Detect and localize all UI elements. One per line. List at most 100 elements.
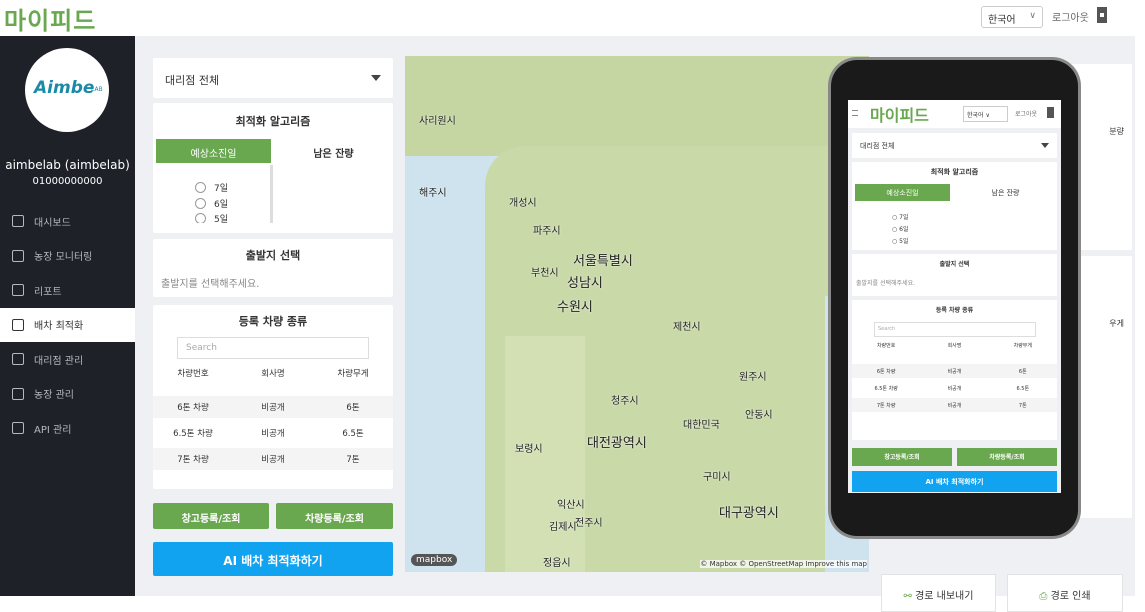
scrollbar[interactable] [270,165,273,223]
phone-tab-expected-depletion[interactable]: 예상소진일 [855,184,950,201]
ai-optimize-button[interactable]: AI 배차 최적화하기 [153,542,393,576]
radio-option[interactable]: 6일 [195,197,228,210]
sidebar-item-branch[interactable]: 대리점 관리 [0,342,135,377]
sidebar-item-label: 대시보드 [34,217,71,229]
branch-select-value: 대리점 전체 [165,74,220,87]
chevron-down-icon: ∨ [1029,11,1036,21]
mapbox-logo[interactable]: mapbox [411,554,458,566]
phone-language-select[interactable]: 한국어 ∨ [963,106,1008,122]
map-city-label: 개성시 [509,198,537,209]
phone-radio-option[interactable]: ○ 7일 [892,212,909,221]
table-cell: 7톤 차량 [876,402,896,409]
language-select[interactable]: 한국어 ∨ [981,6,1043,28]
avatar-logo-sub: LAB [91,86,103,93]
column-header: 회사명 [947,343,962,349]
sidebar-item-label: API 관리 [34,424,72,436]
table-cell: 7톤 차량 [177,455,209,465]
table-header: 차량번호 회사명 차량무게 [153,367,393,379]
warehouse-register-button[interactable]: 창고등록/조회 [153,503,269,529]
phone-table-header: 차량번호 회사명 차량무게 [852,342,1057,349]
tab-remaining-amount[interactable]: 남은 잔량 [276,139,391,163]
share-icon: ⚯ [903,591,916,602]
printer-icon: ⎙ [1039,591,1051,602]
phone-table-row[interactable]: 7톤 차량 비공개 7톤 [852,398,1057,412]
language-value: 한국어 [988,15,1016,26]
phone-logout-icon[interactable] [1047,107,1054,118]
radio-icon [195,213,206,223]
map-city-label: 부천시 [531,268,559,279]
vehicle-search-input[interactable]: Search [177,337,369,359]
map-city-label: 성남시 [567,276,603,291]
phone-tab-remaining[interactable]: 남은 잔량 [958,184,1053,201]
column-header: 차량무게 [1013,343,1033,349]
sidebar-item-farm[interactable]: 농장 관리 [0,377,135,412]
phone-table-row[interactable]: 6.5톤 차량 비공개 6.5톤 [852,381,1057,395]
monitor-icon [12,249,24,262]
map-attribution[interactable]: © Mapbox © OpenStreetMap Improve this ma… [700,560,867,568]
table-row[interactable]: 7톤 차량 비공개 7톤 [153,448,393,470]
tab-expected-depletion[interactable]: 예상소진일 [156,139,271,163]
phone-language-value: 한국어 [967,112,984,119]
print-route-button[interactable]: ⎙ 경로 인쇄 [1007,574,1123,612]
hamburger-icon[interactable] [852,110,858,116]
table-row[interactable]: 6.5톤 차량 비공개 6.5톤 [153,422,393,444]
radio-icon [195,182,206,193]
phone-warehouse-button[interactable]: 창고등록/조회 [852,448,952,466]
sidebar: Aimbe LAB aimbelab (aimbelab) 01000000000… [0,36,135,596]
phone-screen: 마이피드 한국어 ∨ 로그아웃 대리점 전체 최적화 알고리즘 예상소진일 남은… [848,100,1061,493]
phone-radio-option[interactable]: ○ 6일 [892,224,909,233]
sidebar-item-label: 리포트 [34,286,62,298]
logout-icon[interactable] [1097,7,1107,23]
logout-link[interactable]: 로그아웃 [1052,9,1089,24]
sidebar-item-farm-monitoring[interactable]: 농장 모니터링 [0,239,135,274]
sidebar-item-dispatch[interactable]: 배차 최적화 [0,307,135,342]
truck-icon [12,318,24,331]
phone-departure-placeholder[interactable]: 출발지를 선택해주세요. [856,278,915,287]
vehicle-register-button[interactable]: 차량등록/조회 [276,503,393,529]
map-city-label: 보령시 [515,444,543,455]
sidebar-item-dashboard[interactable]: 대시보드 [0,204,135,239]
api-icon [12,422,24,435]
table-cell: 6.5톤 [1016,385,1030,392]
departure-placeholder[interactable]: 출발지를 선택해주세요. [161,275,259,290]
phone-ai-optimize-button[interactable]: AI 배차 최적화하기 [852,471,1057,492]
sidebar-item-api[interactable]: API 관리 [0,411,135,446]
phone-app-logo: 마이피드 [870,106,929,125]
phone-vehicle-button[interactable]: 차량등록/조회 [957,448,1057,466]
table-cell: 6톤 [346,403,360,413]
vehicle-panel: 등록 차량 종류 Search 차량번호 회사명 차량무게 6톤 차량 비공개 6톤 6… [153,305,393,489]
table-cell: 6.5톤 [342,429,364,439]
phone-branch-select[interactable]: 대리점 전체 [852,133,1057,158]
app-logo[interactable]: 마이피드 [4,1,96,36]
result-fragment: 우게 [1109,319,1124,328]
dropdown-arrow-icon [1041,143,1049,148]
home-icon [12,387,24,400]
phone-vehicle-search[interactable]: Search [874,322,1036,337]
map-city-label: 구미시 [703,472,731,483]
map-city-label: 익산시 [557,500,585,511]
dashboard-icon [12,215,24,228]
radio-option[interactable]: 5일 [195,213,228,223]
phone-table-row[interactable]: 6톤 차량 비공개 6톤 [852,364,1057,378]
table-cell: 비공개 [261,403,285,413]
phone-departure-title: 출발지 선택 [939,261,970,268]
map-view[interactable]: 사리원시 해주시 개성시 파주시 서울특별시 부천시 성남시 수원시 제천시 원… [405,56,869,572]
map-city-label: 대한민국 [683,420,720,431]
phone-radio-option[interactable]: ○ 5일 [892,236,909,245]
phone-algorithm-panel: 최적화 알고리즘 예상소진일 남은 잔량 ○ 7일 ○ 6일 ○ 5일 [852,162,1057,250]
sidebar-item-report[interactable]: 리포트 [0,273,135,308]
map-city-label: 청주시 [611,396,639,407]
avatar: Aimbe LAB [25,48,109,132]
branch-select[interactable]: 대리점 전체 [153,58,393,98]
export-route-button[interactable]: ⚯ 경로 내보내기 [881,574,996,612]
radio-option[interactable]: 7일 [195,181,228,194]
phone-vehicle-panel: 등록 차량 종류 Search 차량번호 회사명 차량무게 6톤 차량 비공개 6톤 6… [852,300,1057,440]
radio-label: 7일 [214,184,229,194]
column-header: 차량번호 [876,343,896,349]
avatar-logo-text: Aimbe [34,78,95,98]
phone-logout-link[interactable]: 로그아웃 [1015,109,1037,118]
map-city-label: 전주시 [575,518,603,529]
table-row[interactable]: 6톤 차량 비공개 6톤 [153,396,393,418]
phone-vehicle-title: 등록 차량 종류 [935,307,974,314]
map-city-label: 사리원시 [419,116,456,127]
